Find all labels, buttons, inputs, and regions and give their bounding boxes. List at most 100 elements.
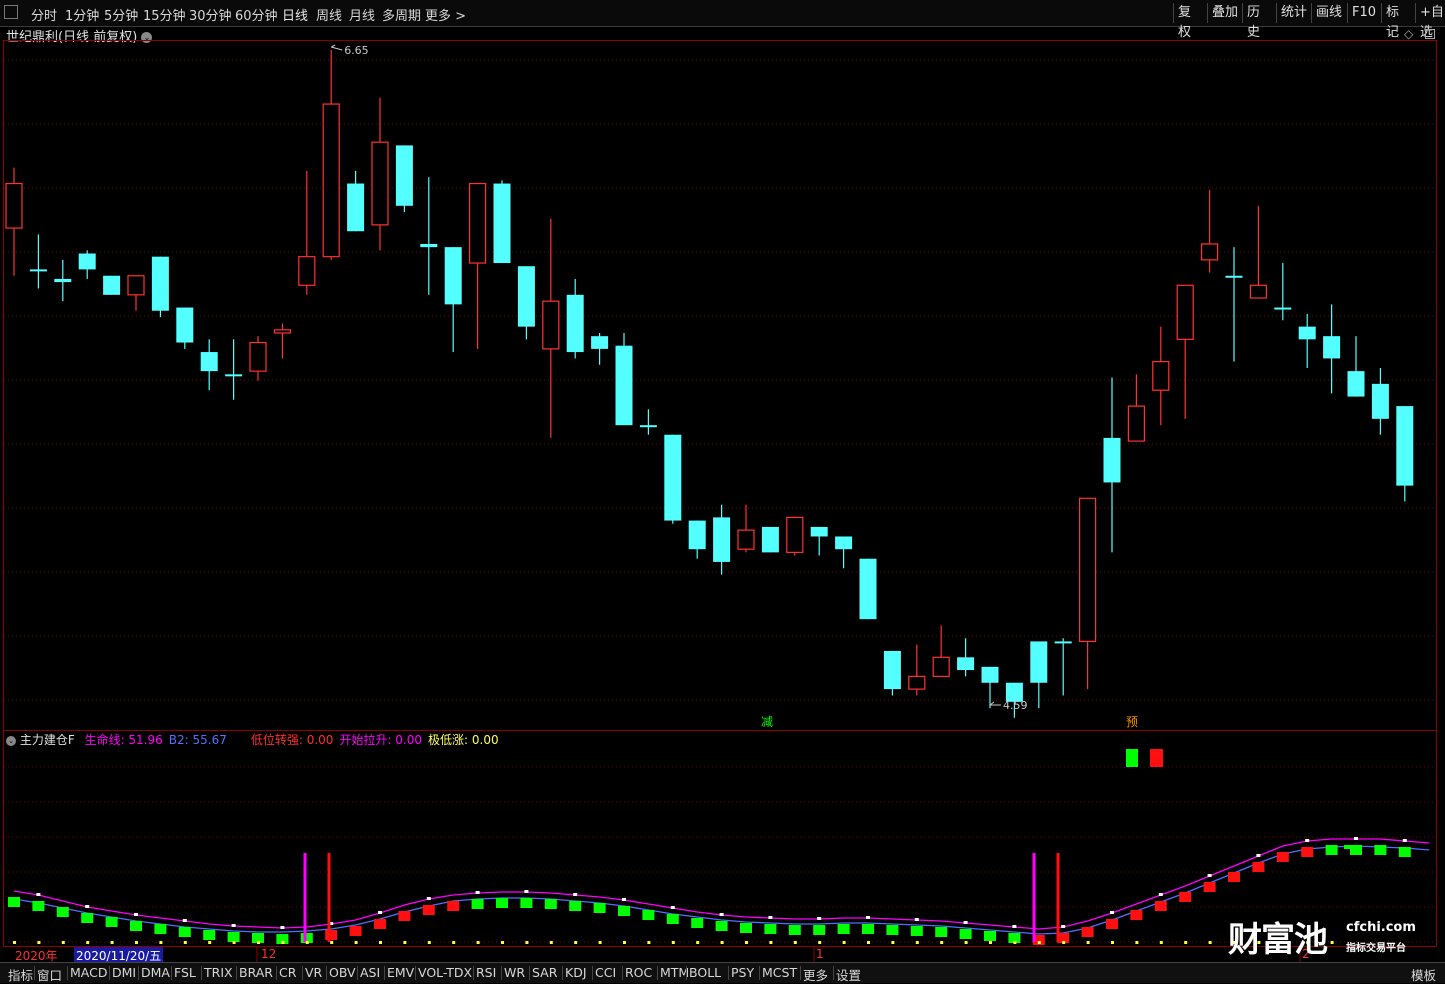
signal-square-green bbox=[1126, 749, 1138, 767]
bottom-tab[interactable]: TRIX bbox=[204, 965, 233, 980]
indicator-dot bbox=[866, 916, 870, 919]
baseline-dot bbox=[208, 941, 212, 944]
indicator-dot bbox=[622, 898, 626, 901]
template-button[interactable]: 模板 bbox=[1411, 965, 1436, 984]
candle-body-up bbox=[1152, 361, 1170, 391]
candle-body-up bbox=[1200, 243, 1219, 261]
bottom-tab[interactable]: BOLL bbox=[689, 965, 721, 980]
baseline-dot bbox=[598, 941, 602, 944]
tab-separator bbox=[759, 966, 760, 980]
bottom-tab[interactable]: VOL-TDX bbox=[418, 965, 472, 980]
baseline-dot bbox=[647, 941, 651, 944]
baseline-dot bbox=[135, 941, 138, 944]
baseline-dot bbox=[1086, 941, 1090, 944]
bottom-tab[interactable]: 窗口 bbox=[37, 965, 62, 984]
baseline-dot bbox=[354, 941, 358, 944]
b2-curve bbox=[13, 845, 1430, 935]
bottom-tab[interactable]: VR bbox=[305, 965, 322, 980]
bottom-tab[interactable]: PSY bbox=[731, 965, 754, 980]
indicator-bar bbox=[447, 901, 460, 911]
watermark-site: cfchi.com bbox=[1346, 920, 1416, 935]
candle-body-down bbox=[225, 374, 243, 377]
baseline-dot bbox=[1184, 941, 1188, 944]
indicator-bar bbox=[740, 923, 752, 933]
bottom-tab[interactable]: WR bbox=[504, 965, 525, 980]
baseline-dot bbox=[989, 941, 992, 944]
baseline-dot bbox=[86, 941, 90, 944]
indicator-bar bbox=[471, 899, 484, 909]
indicator-dot bbox=[817, 917, 822, 920]
bottom-tab[interactable]: DMA bbox=[141, 965, 170, 980]
baseline-dot bbox=[793, 941, 797, 944]
indicator-bar bbox=[374, 919, 386, 929]
candle-body-down bbox=[54, 278, 72, 283]
candle-body-down bbox=[517, 266, 535, 327]
indicator-bar bbox=[1106, 919, 1118, 929]
tab-separator bbox=[67, 966, 68, 980]
indicator-dot bbox=[1256, 854, 1261, 857]
kline-chart[interactable]: 6.65 4.59 减 预 bbox=[0, 0, 1445, 982]
chevron-down-icon[interactable]: ⌄ bbox=[6, 736, 16, 746]
candle-body-up bbox=[322, 103, 340, 258]
candle-body-down bbox=[1030, 641, 1048, 683]
bottom-tab[interactable]: DMI bbox=[112, 965, 136, 980]
watermark-logo: 财富池 cfchi.com 指标交易平台 bbox=[1228, 912, 1428, 960]
indicator-dot bbox=[1012, 925, 1017, 928]
bottom-tab[interactable]: RSI bbox=[476, 965, 496, 980]
bottom-tab[interactable]: FSL bbox=[174, 965, 196, 980]
baseline-dot bbox=[525, 941, 529, 944]
candle-body-down bbox=[444, 247, 462, 305]
indicator-bar bbox=[544, 899, 557, 909]
bottom-tab[interactable]: 指标 bbox=[8, 965, 33, 984]
indicator-bar bbox=[1203, 882, 1216, 892]
indicator-bar bbox=[618, 906, 630, 916]
baseline-dot bbox=[915, 941, 919, 944]
baseline-dot bbox=[696, 941, 700, 944]
bottom-tab[interactable]: EMV bbox=[387, 965, 414, 980]
indicator-value: 低位转强: 0.00 bbox=[250, 733, 334, 747]
tab-separator bbox=[800, 966, 801, 980]
bottom-tab[interactable]: KDJ bbox=[565, 965, 587, 980]
candle-body-down bbox=[615, 345, 633, 426]
indicator-dot bbox=[573, 893, 578, 896]
indicator-dot bbox=[36, 893, 41, 896]
indicator-name[interactable]: 主力建仓F bbox=[20, 733, 75, 747]
bottom-tab[interactable]: MACD bbox=[70, 965, 107, 980]
bottom-tab[interactable]: 更多 bbox=[803, 965, 828, 984]
bottom-tab[interactable]: ROC bbox=[625, 965, 652, 980]
indicator-bar bbox=[105, 917, 118, 927]
bottom-tab[interactable]: MCST bbox=[762, 965, 797, 980]
bottom-tab[interactable]: CR bbox=[279, 965, 296, 980]
candle-body-down bbox=[176, 307, 194, 343]
candle-body-up bbox=[737, 529, 755, 550]
indicator-bar bbox=[1344, 845, 1356, 849]
baseline-dot bbox=[257, 941, 260, 944]
baseline-dot bbox=[37, 941, 41, 944]
bottom-tab[interactable]: CCI bbox=[595, 965, 616, 980]
candle-body-down bbox=[639, 425, 657, 428]
candle-body-down bbox=[1054, 641, 1072, 644]
tab-separator bbox=[686, 966, 687, 980]
bottom-tab[interactable]: 设置 bbox=[836, 965, 861, 984]
bottom-tab[interactable]: ASI bbox=[360, 965, 380, 980]
bottom-tab[interactable]: BRAR bbox=[239, 965, 273, 980]
tab-separator bbox=[171, 966, 172, 980]
indicator-bar bbox=[203, 930, 216, 940]
indicator-bar bbox=[886, 925, 899, 935]
candle-body-down bbox=[957, 657, 975, 671]
bottom-tab[interactable]: MTM bbox=[660, 965, 689, 980]
candle-body-down bbox=[688, 520, 706, 550]
indicator-bar bbox=[862, 924, 874, 934]
bottom-tab[interactable]: SAR bbox=[532, 965, 557, 980]
bottom-tab[interactable]: OBV bbox=[329, 965, 356, 980]
candle-body-up bbox=[298, 256, 316, 286]
baseline-dot bbox=[330, 941, 334, 944]
indicator-bar bbox=[691, 918, 704, 928]
baseline-dot bbox=[891, 941, 895, 944]
candle-body-down bbox=[810, 526, 828, 537]
baseline-dot bbox=[183, 941, 187, 944]
indicator-bar bbox=[81, 913, 94, 923]
baseline-dot bbox=[842, 941, 846, 944]
indicator-dot bbox=[378, 911, 382, 914]
indicator-bar bbox=[1154, 901, 1167, 911]
